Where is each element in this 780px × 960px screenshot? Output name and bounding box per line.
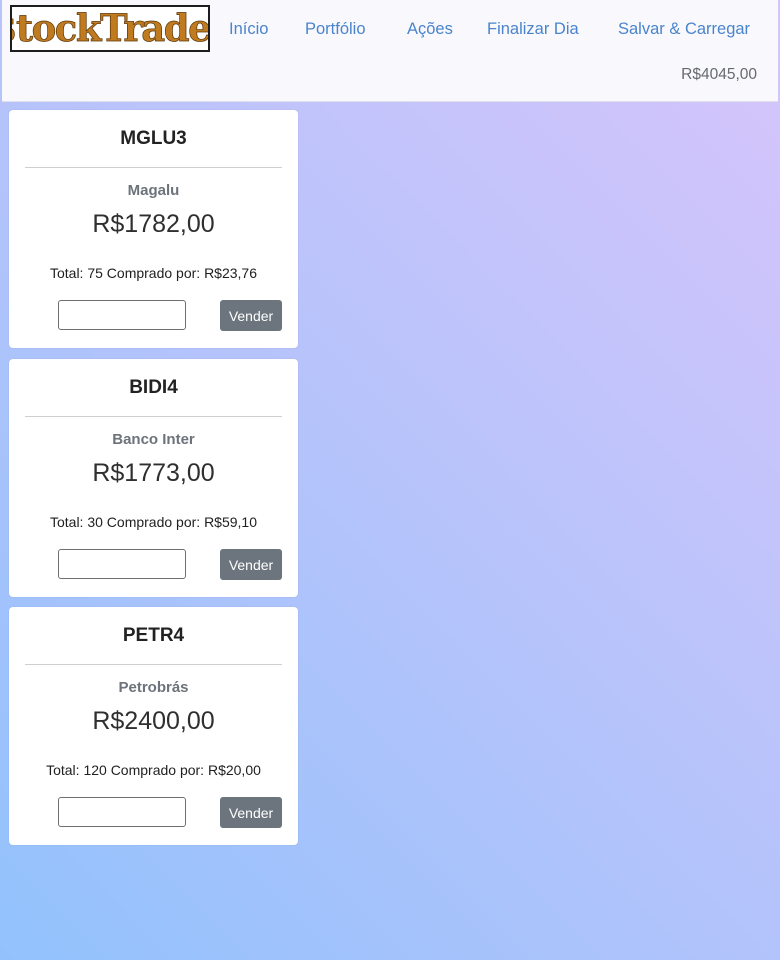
stock-total: Total: 120 Comprado por: R$20,00 [46, 762, 261, 778]
stock-symbol: PETR4 [122, 625, 185, 646]
sell-button[interactable]: Vender [220, 797, 282, 828]
stock-price: R$2400,00 [92, 707, 215, 735]
stock-company: Magalu [127, 182, 180, 199]
stock-symbol: BIDI4 [129, 377, 178, 398]
stock-card-mglu3: MGLU3 Magalu R$1782,00 Total: 75 Comprad… [9, 110, 298, 348]
logo-text: $tockTrader [12, 6, 210, 50]
top-navbar: $tockTrader Início Portfólio Ações Final… [2, 0, 778, 102]
stock-company: Banco Inter [112, 431, 195, 448]
sell-button[interactable]: Vender [220, 300, 282, 331]
stock-card-bidi4: BIDI4 Banco Inter R$1773,00 Total: 30 Co… [9, 359, 298, 597]
quantity-input[interactable] [58, 549, 186, 579]
stock-price: R$1782,00 [92, 210, 215, 238]
nav-link-salvar-carregar[interactable]: Salvar & Carregar [618, 20, 750, 39]
funds-balance: R$4045,00 [681, 66, 757, 83]
nav-link-portfolio[interactable]: Portfólio [305, 20, 366, 39]
nav-link-inicio[interactable]: Início [229, 20, 268, 39]
stocktrader-logo[interactable]: $tockTrader [10, 5, 210, 52]
stock-company: Petrobrás [118, 679, 189, 696]
sell-button[interactable]: Vender [220, 549, 282, 580]
stock-symbol: MGLU3 [120, 128, 187, 149]
quantity-input[interactable] [58, 797, 186, 827]
card-divider [25, 167, 282, 168]
card-divider [25, 664, 282, 665]
nav-link-finalizar-dia[interactable]: Finalizar Dia [487, 20, 579, 39]
stock-total: Total: 30 Comprado por: R$59,10 [49, 514, 257, 530]
quantity-input[interactable] [58, 300, 186, 330]
nav-link-acoes[interactable]: Ações [407, 20, 453, 39]
stock-price: R$1773,00 [92, 459, 215, 487]
card-divider [25, 416, 282, 417]
stock-total: Total: 75 Comprado por: R$23,76 [49, 265, 257, 281]
stock-card-petr4: PETR4 Petrobrás R$2400,00 Total: 120 Com… [9, 607, 298, 845]
